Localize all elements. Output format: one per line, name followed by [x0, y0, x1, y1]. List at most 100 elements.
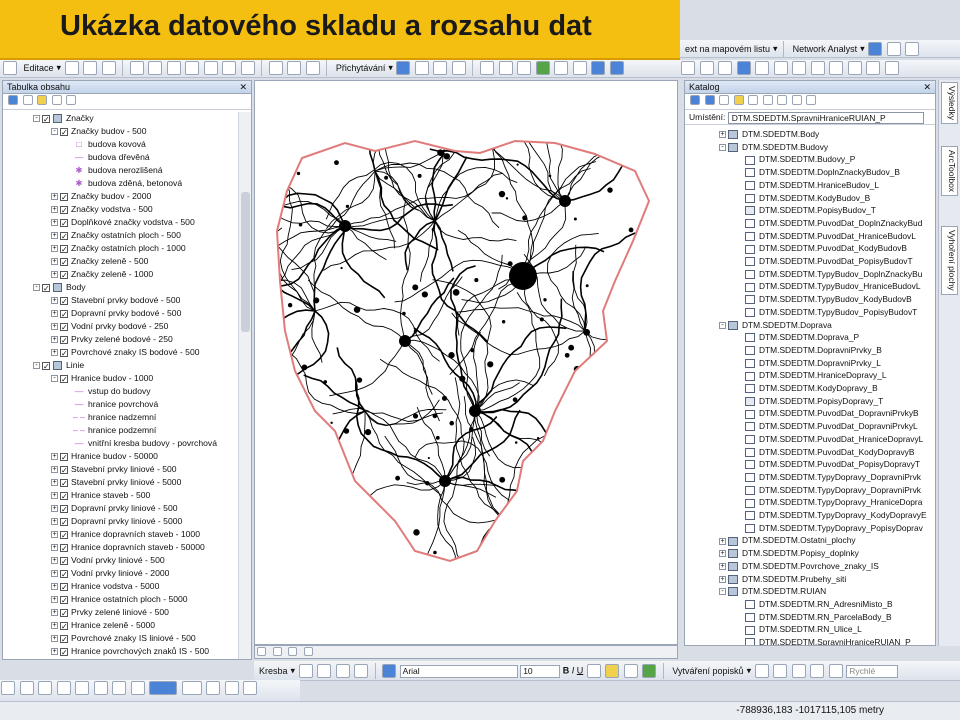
grid-icon[interactable] [886, 42, 901, 56]
catalog-item[interactable]: DTM.SDEDTM.DopravniPrvky_L [745, 357, 881, 370]
visibility-checkbox[interactable] [42, 113, 50, 126]
attributes-icon[interactable] [203, 61, 218, 75]
catalog-item[interactable]: DTM.SDEDTM.PuvodDat_KodyDopravyB [745, 446, 914, 459]
layer-row[interactable]: + Značky budov - 2000 [51, 190, 151, 204]
collapse-icon[interactable]: - [719, 588, 726, 596]
layer-row[interactable]: - Linie [33, 359, 84, 373]
find-icon[interactable] [810, 61, 825, 75]
expand-icon[interactable]: + [51, 258, 58, 266]
side-tab[interactable]: Vyhoření plochy [941, 226, 958, 295]
visibility-checkbox[interactable] [60, 217, 68, 230]
text-on-sheet-dropdown[interactable]: ext na mapovém listu [682, 40, 773, 58]
clear-selection-icon[interactable] [699, 61, 714, 75]
catalog-item[interactable]: + DTM.SDEDTM.Popisy_doplnky [719, 547, 859, 560]
layer-row[interactable]: + Hranice dopravních staveb - 50000 [51, 541, 205, 555]
catalog-item[interactable]: DTM.SDEDTM.TypyDopravy_PopisyDoprav [745, 522, 923, 535]
visibility-checkbox[interactable] [60, 568, 68, 581]
editor-icon[interactable] [3, 61, 17, 75]
text-icon[interactable] [354, 664, 369, 678]
expand-icon[interactable]: + [51, 570, 58, 578]
legend-item[interactable]: — hranice povrchová [73, 398, 159, 411]
expand-icon[interactable]: + [51, 206, 58, 214]
expand-icon[interactable]: + [719, 563, 726, 571]
tool-icon[interactable] [905, 42, 920, 56]
expand-icon[interactable]: + [51, 297, 58, 305]
focus-icon[interactable] [112, 681, 127, 695]
list-by-visibility-icon[interactable] [37, 95, 48, 105]
bold-button[interactable]: B [563, 665, 570, 675]
tree-icon[interactable] [806, 95, 817, 105]
sketch-icon[interactable] [83, 61, 98, 75]
legend-item[interactable]: ✱ budova zděná, betonová [73, 177, 182, 190]
layer-row[interactable]: - Značky [33, 112, 94, 126]
visibility-checkbox[interactable] [60, 633, 68, 646]
fixed-zoom-out-icon[interactable] [572, 61, 587, 75]
catalog-item[interactable]: DTM.SDEDTM.HraniceBudov_L [745, 179, 879, 192]
layer-row[interactable]: + Stavební prvky liniové - 5000 [51, 476, 181, 490]
xy-icon[interactable] [847, 61, 862, 75]
connect-folder-icon[interactable] [748, 95, 759, 105]
visibility-checkbox[interactable] [60, 373, 68, 386]
snap-end-icon[interactable] [414, 61, 429, 75]
visibility-checkbox[interactable] [60, 308, 68, 321]
globe-icon[interactable] [240, 61, 255, 75]
catalog-item[interactable]: DTM.SDEDTM.PuvodDat_DoplnZnackyBud [745, 217, 922, 230]
catalog-item[interactable]: - DTM.SDEDTM.Budovy [719, 141, 828, 154]
visibility-checkbox[interactable] [60, 243, 68, 256]
viewer-icon[interactable] [884, 61, 899, 75]
expand-icon[interactable]: + [51, 232, 58, 240]
layer-row[interactable]: + Značky ostatních ploch - 1000 [51, 242, 186, 256]
layer-row[interactable]: + Stavební prvky liniové - 500 [51, 463, 177, 477]
layer-row[interactable]: - Body [33, 281, 86, 295]
catalog-item[interactable]: DTM.SDEDTM.RN_Ulice_L [745, 623, 862, 636]
legend-item[interactable]: □ budova kovová [73, 138, 145, 151]
select-features-icon[interactable] [681, 61, 695, 75]
layer-row[interactable]: - Značky budov - 500 [51, 125, 146, 139]
visibility-checkbox[interactable] [60, 620, 68, 633]
catalog-item[interactable]: DTM.SDEDTM.RN_ParcelaBody_B [745, 611, 892, 624]
editor-menu[interactable]: Editace [21, 62, 57, 74]
select-elements-icon[interactable] [298, 664, 313, 678]
collapse-icon[interactable]: - [33, 284, 40, 292]
pause-icon[interactable] [303, 647, 313, 657]
html-popup-icon[interactable] [773, 61, 788, 75]
print-icon[interactable] [243, 681, 258, 695]
layer-row[interactable]: - Hranice budov - 1000 [51, 372, 153, 386]
network-analyst-menu[interactable]: Network Analyst [790, 40, 861, 58]
expand-icon[interactable]: + [51, 557, 58, 565]
catalog-item[interactable]: DTM.SDEDTM.PopisyBudov_T [745, 204, 876, 217]
catalog-item[interactable]: DTM.SDEDTM.TypyDopravy_DopravniPrvk [745, 471, 921, 484]
visibility-checkbox[interactable] [60, 126, 68, 139]
underline-button[interactable]: U [577, 665, 584, 675]
back-icon[interactable] [591, 61, 606, 75]
layer-row[interactable]: + Povrchové znaky IS liniové - 500 [51, 632, 196, 646]
visibility-checkbox[interactable] [60, 464, 68, 477]
visibility-checkbox[interactable] [60, 594, 68, 607]
layer-row[interactable]: + Prvky zelené bodové - 250 [51, 333, 173, 347]
legend-item[interactable]: – – hranice nadzemní [73, 411, 156, 424]
expand-icon[interactable]: + [51, 596, 58, 604]
lock-labels-icon[interactable] [791, 664, 806, 678]
expand-icon[interactable]: + [51, 622, 58, 630]
catalog-item[interactable]: DTM.SDEDTM.PuvodDat_DopravniPrvkyB [745, 407, 919, 420]
visibility-checkbox[interactable] [60, 347, 68, 360]
expand-icon[interactable]: + [51, 310, 58, 318]
visibility-checkbox[interactable] [60, 581, 68, 594]
catalog-item[interactable]: DTM.SDEDTM.TypyBudov_KodyBudovB [745, 293, 912, 306]
visibility-checkbox[interactable] [60, 529, 68, 542]
catalog-item[interactable]: DTM.SDEDTM.PuvodDat_KodyBudovB [745, 242, 907, 255]
home-icon[interactable] [733, 95, 744, 105]
data-driven-pages-icon[interactable] [224, 681, 239, 695]
visibility-checkbox[interactable] [60, 607, 68, 620]
disconnect-icon[interactable] [762, 95, 773, 105]
catalog-item[interactable]: + DTM.SDEDTM.Ostatni_plochy [719, 534, 856, 547]
rotate-element-icon[interactable] [317, 664, 332, 678]
close-icon[interactable]: ✕ [239, 81, 247, 93]
layer-row[interactable]: + Značky ostatních ploch - 500 [51, 229, 181, 243]
layout-tool-icon[interactable] [1, 681, 15, 695]
visibility-checkbox[interactable] [60, 204, 68, 217]
expand-icon[interactable]: + [51, 648, 58, 656]
expand-icon[interactable]: + [51, 336, 58, 344]
layer-row[interactable]: + Hranice budov - 50000 [51, 450, 158, 464]
side-tab[interactable]: Výsledky [941, 82, 958, 125]
